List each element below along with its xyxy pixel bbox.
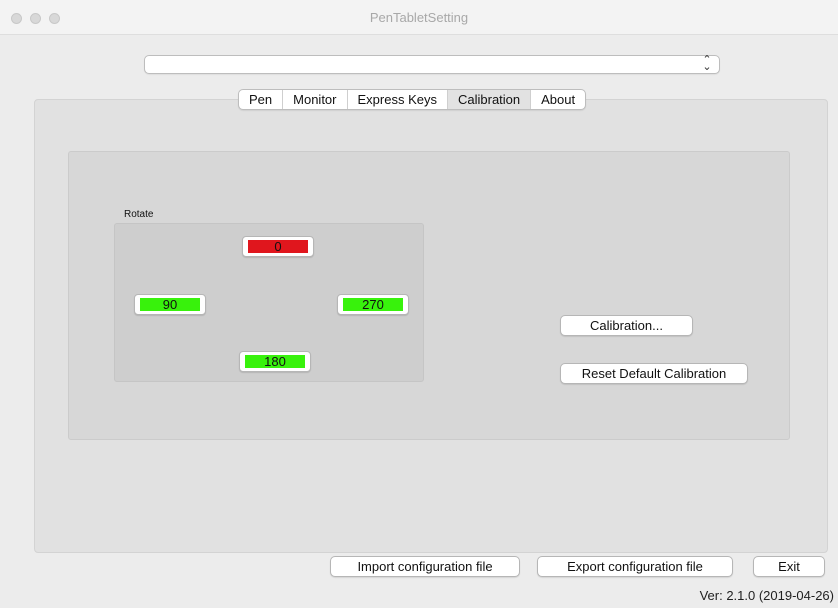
rotate-label: Rotate (124, 209, 154, 220)
exit-button[interactable]: Exit (753, 556, 825, 577)
rotate-90-label: 90 (140, 298, 200, 311)
rotate-270-label: 270 (343, 298, 403, 311)
rotate-0-button[interactable]: 0 (242, 236, 314, 257)
window-title: PenTabletSetting (369, 10, 469, 25)
tab-calibration[interactable]: Calibration (446, 90, 531, 109)
tab-pen[interactable]: Pen (239, 90, 282, 109)
rotate-0-label: 0 (248, 240, 308, 253)
tab-express-keys[interactable]: Express Keys (346, 90, 447, 109)
rotate-180-button[interactable]: 180 (239, 351, 311, 372)
rotate-180-label: 180 (245, 355, 305, 368)
tab-monitor[interactable]: Monitor (282, 90, 346, 109)
calibration-button[interactable]: Calibration... (560, 315, 693, 336)
up-down-chevron-icon: ⌃ ⌄ (702, 54, 712, 73)
import-configuration-button[interactable]: Import configuration file (330, 556, 520, 577)
tab-about[interactable]: About (530, 90, 585, 109)
tab-bar: Pen Monitor Express Keys Calibration Abo… (238, 89, 587, 110)
rotate-270-button[interactable]: 270 (337, 294, 409, 315)
rotate-90-button[interactable]: 90 (134, 294, 206, 315)
reset-default-calibration-button[interactable]: Reset Default Calibration (560, 363, 748, 384)
version-label: Ver: 2.1.0 (2019-04-26) (699, 588, 834, 603)
export-configuration-button[interactable]: Export configuration file (537, 556, 733, 577)
device-select[interactable]: ⌃ ⌄ (144, 55, 720, 74)
title-bar: PenTabletSetting (0, 0, 838, 35)
